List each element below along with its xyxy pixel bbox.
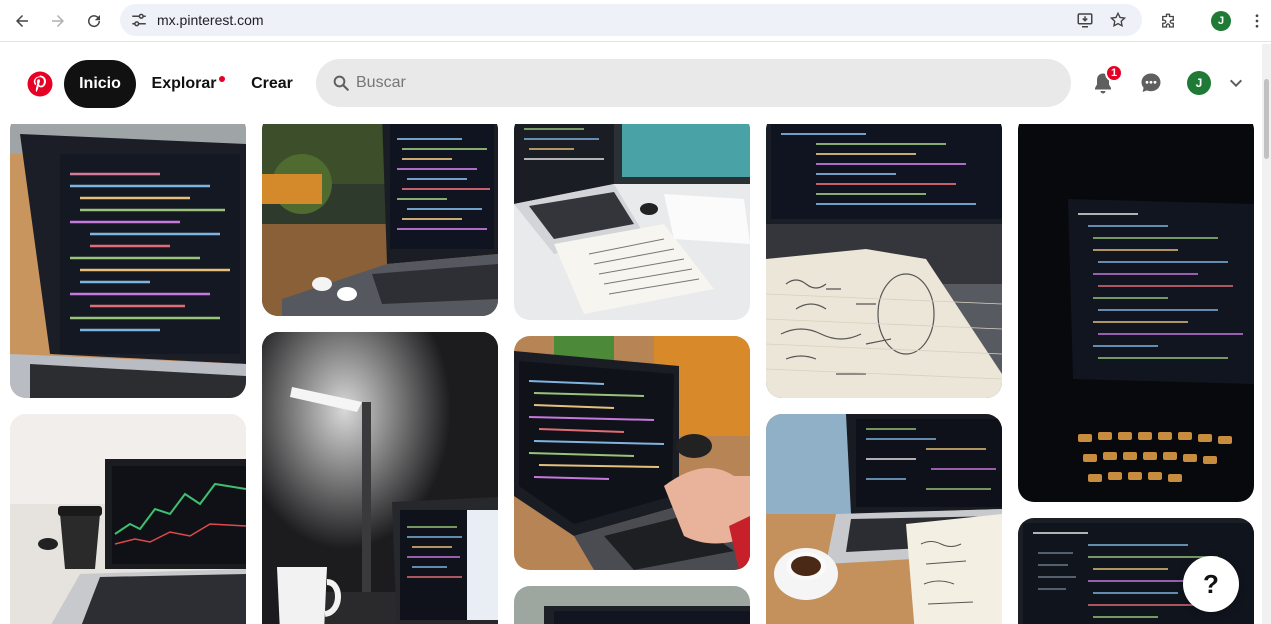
pin-image <box>514 586 750 624</box>
notification-count-badge: 1 <box>1105 64 1123 82</box>
notification-dot <box>219 76 225 82</box>
browser-toolbar: mx.pinterest.com J <box>0 0 1271 42</box>
bookmark-star-icon[interactable] <box>1109 11 1127 29</box>
kebab-menu-icon <box>1255 14 1259 28</box>
pin-image <box>10 414 246 624</box>
nav-explore-label: Explorar <box>151 75 217 92</box>
account-menu-button[interactable] <box>1221 68 1251 98</box>
help-button[interactable]: ? <box>1183 556 1239 612</box>
pin-image <box>514 336 750 570</box>
help-label: ? <box>1203 568 1219 599</box>
profile-button[interactable]: J <box>1207 7 1235 35</box>
install-app-icon[interactable] <box>1076 11 1094 29</box>
pin-card[interactable] <box>262 332 498 624</box>
nav-create[interactable]: Crear <box>243 60 301 108</box>
forward-button[interactable] <box>44 7 72 35</box>
arrow-left-icon <box>16 15 28 27</box>
pinterest-logo-icon[interactable] <box>27 71 53 97</box>
site-header: Inicio Explorar Crear 1 J <box>0 44 1262 124</box>
back-button[interactable] <box>8 7 36 35</box>
pin-card[interactable] <box>766 414 1002 624</box>
pin-image <box>262 332 498 624</box>
extensions-button[interactable] <box>1154 7 1182 35</box>
avatar: J <box>1211 11 1231 31</box>
arrow-right-icon <box>52 15 64 27</box>
profile-avatar[interactable]: J <box>1187 71 1211 95</box>
search-bar[interactable] <box>316 59 1071 107</box>
pin-card[interactable] <box>262 124 498 316</box>
url-text: mx.pinterest.com <box>157 12 264 28</box>
reload-button[interactable] <box>80 7 108 35</box>
pin-image <box>766 414 1002 624</box>
scrollbar-thumb[interactable] <box>1264 79 1269 159</box>
pin-image <box>514 124 750 320</box>
nav-explore[interactable]: Explorar <box>142 60 226 108</box>
search-input[interactable] <box>356 59 1046 107</box>
pin-image <box>262 124 498 316</box>
site-settings-icon[interactable] <box>130 11 148 29</box>
pin-image <box>10 124 246 398</box>
pin-card[interactable] <box>10 414 246 624</box>
chat-bubble-icon <box>1141 73 1161 92</box>
pin-image <box>1018 124 1254 502</box>
puzzle-icon <box>1162 13 1174 28</box>
search-icon <box>333 75 349 91</box>
page-scrollbar[interactable] <box>1262 44 1271 624</box>
pin-card[interactable] <box>766 124 1002 398</box>
messages-button[interactable] <box>1136 68 1166 98</box>
pin-card[interactable] <box>10 124 246 398</box>
nav-create-label: Crear <box>251 75 293 92</box>
nav-home-label: Inicio <box>79 75 121 92</box>
chevron-down-icon <box>1229 79 1243 88</box>
pin-card[interactable] <box>514 586 750 624</box>
pin-card[interactable] <box>1018 124 1254 502</box>
pin-image <box>766 124 1002 398</box>
pin-card[interactable] <box>514 124 750 320</box>
pin-grid <box>0 124 1262 624</box>
browser-menu-button[interactable] <box>1243 7 1271 35</box>
reload-icon <box>88 15 101 28</box>
pin-card[interactable] <box>514 336 750 570</box>
nav-home[interactable]: Inicio <box>64 60 136 108</box>
address-bar[interactable]: mx.pinterest.com <box>120 4 1142 36</box>
